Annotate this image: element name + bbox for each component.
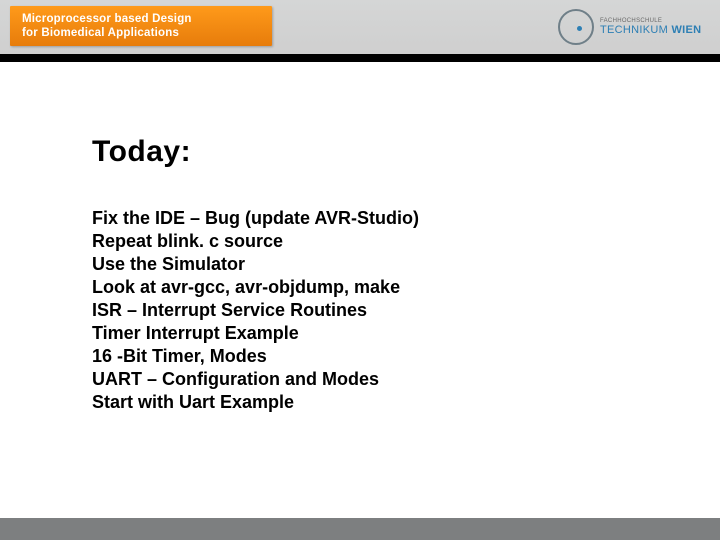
list-item: UART – Configuration and Modes bbox=[92, 368, 660, 391]
course-title-line2: for Biomedical Applications bbox=[22, 26, 260, 40]
header-black-bar bbox=[0, 54, 720, 62]
brand-main-text: TECHNIKUM WIEN bbox=[600, 25, 701, 36]
course-title-line1: Microprocessor based Design bbox=[22, 12, 260, 26]
brand-main-a: TECHNIKUM bbox=[600, 24, 668, 36]
brand-logo: FACHHOCHSCHULE TECHNIKUM WIEN bbox=[558, 6, 708, 48]
list-item: Timer Interrupt Example bbox=[92, 322, 660, 345]
list-item: Use the Simulator bbox=[92, 253, 660, 276]
list-item: Look at avr-gcc, avr-objdump, make bbox=[92, 276, 660, 299]
brand-main-b: WIEN bbox=[671, 24, 701, 36]
slide: Microprocessor based Design for Biomedic… bbox=[0, 0, 720, 540]
list-item: ISR – Interrupt Service Routines bbox=[92, 299, 660, 322]
slide-header: Microprocessor based Design for Biomedic… bbox=[0, 0, 720, 62]
list-item: 16 -Bit Timer, Modes bbox=[92, 345, 660, 368]
header-orange-badge: Microprocessor based Design for Biomedic… bbox=[10, 6, 272, 46]
brand-dot-icon bbox=[577, 26, 582, 31]
brand-text: FACHHOCHSCHULE TECHNIKUM WIEN bbox=[600, 18, 701, 36]
slide-title: Today: bbox=[92, 135, 660, 169]
brand-mark-icon bbox=[558, 9, 594, 45]
slide-footer-bar bbox=[0, 518, 720, 540]
list-item: Fix the IDE – Bug (update AVR-Studio) bbox=[92, 207, 660, 230]
agenda-list: Fix the IDE – Bug (update AVR-Studio) Re… bbox=[92, 207, 660, 414]
list-item: Start with Uart Example bbox=[92, 391, 660, 414]
list-item: Repeat blink. c source bbox=[92, 230, 660, 253]
slide-body: Today: Fix the IDE – Bug (update AVR-Stu… bbox=[92, 135, 660, 414]
